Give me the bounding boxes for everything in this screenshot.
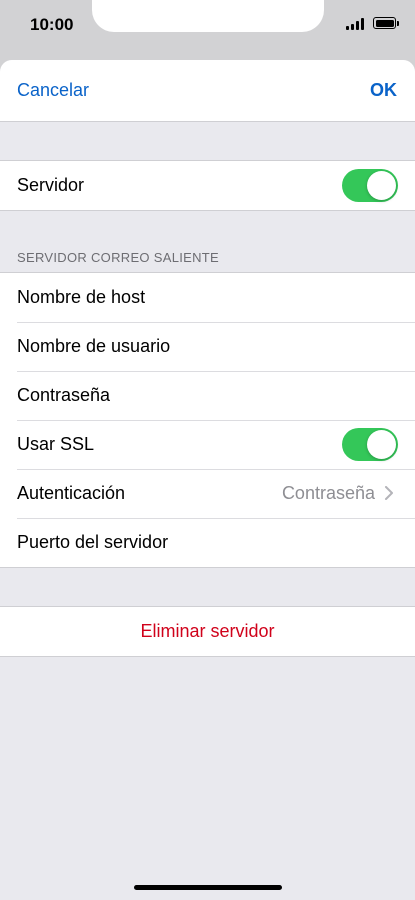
toggle-knob: [367, 171, 396, 200]
toggle-knob: [367, 430, 396, 459]
status-bar: 10:00: [0, 0, 415, 50]
outgoing-group: Nombre de host Nombre de usuario Contras…: [0, 272, 415, 568]
port-label: Puerto del servidor: [17, 532, 169, 552]
ssl-toggle[interactable]: [342, 428, 398, 461]
authentication-value: Contraseña: [281, 483, 375, 503]
home-indicator: [134, 885, 282, 890]
port-row[interactable]: Puerto del servidor: [0, 518, 415, 567]
section-header-outgoing: SERVIDOR CORREO SALIENTE: [17, 250, 220, 265]
password-row[interactable]: Contraseña: [0, 371, 415, 420]
server-toggle[interactable]: [342, 169, 398, 202]
ssl-label: Usar SSL: [17, 434, 95, 454]
server-label: Servidor: [17, 175, 85, 195]
chevron-right-icon: [385, 486, 393, 500]
server-group: Servidor: [0, 160, 415, 211]
nav-bar: Cancelar OK: [0, 60, 415, 122]
ssl-row: Usar SSL: [0, 420, 415, 469]
battery-cap: [397, 21, 399, 26]
authentication-row[interactable]: Autenticación Contraseña: [0, 469, 415, 518]
host-row[interactable]: Nombre de host: [0, 273, 415, 322]
settings-sheet: Cancelar OK Servidor SERVIDOR CORREO SAL…: [0, 60, 415, 900]
password-label: Contraseña: [17, 385, 111, 405]
delete-group: Eliminar servidor: [0, 606, 415, 657]
cancel-button[interactable]: Cancelar: [17, 80, 89, 101]
authentication-label: Autenticación: [17, 483, 126, 503]
battery-icon: [373, 17, 396, 29]
status-time: 10:00: [30, 15, 74, 34]
delete-server-button[interactable]: Eliminar servidor: [0, 607, 415, 656]
notch: [92, 0, 324, 32]
ok-button[interactable]: OK: [370, 80, 397, 101]
signal-icon: [346, 18, 366, 30]
server-row: Servidor: [0, 161, 415, 210]
host-label: Nombre de host: [17, 287, 146, 307]
username-label: Nombre de usuario: [17, 336, 171, 356]
username-row[interactable]: Nombre de usuario: [0, 322, 415, 371]
